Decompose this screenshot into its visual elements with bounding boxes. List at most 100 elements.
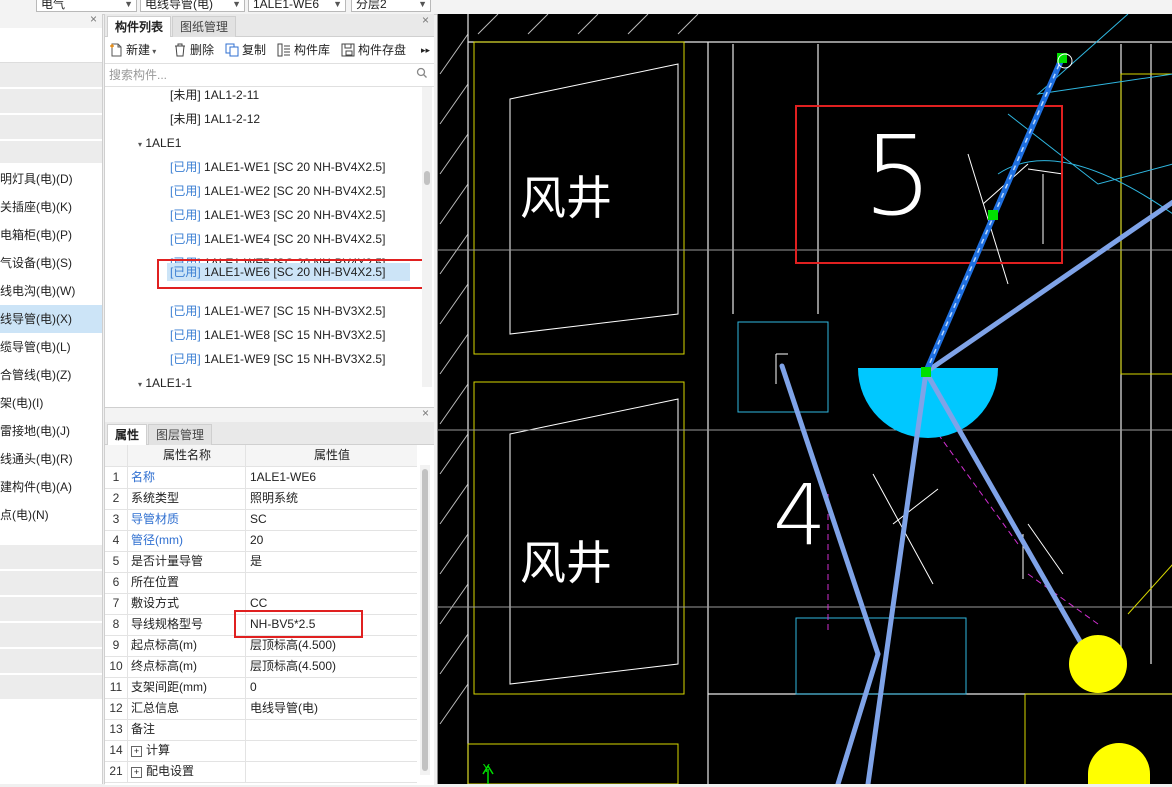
property-value[interactable]: 层顶标高(4.500) [245,635,420,656]
property-scrollbar[interactable] [420,465,430,775]
tree-item[interactable]: [已用] 1ALE1-WE1 [SC 20 NH-BV4X2.5] [170,155,385,179]
nav-item-building-component[interactable]: 建构件(电)(A) [0,473,102,501]
nav-item-equipment[interactable]: 气设备(电)(S) [0,249,102,277]
property-scrollbar-thumb[interactable] [422,469,428,771]
nav-item-bridge[interactable]: 架(电)(I) [0,389,102,417]
property-value[interactable]: 0 [245,677,420,698]
new-file-icon [110,43,122,57]
tree-item[interactable]: [已用] 1ALE1-WE9 [SC 15 NH-BV3X2.5] [170,347,385,371]
tree-item[interactable]: [未用] 1AL1-2-12 [170,107,260,131]
tree-item-tag: [已用] [170,304,201,318]
tab-layer-management[interactable]: 图层管理 [148,424,213,445]
profession-select[interactable]: 电气 ▼ [36,0,137,12]
tab-drawing-management[interactable]: 图纸管理 [172,16,237,37]
nav-group[interactable] [0,115,102,141]
drawing-canvas[interactable]: 风井 风井 5 4 Y [437,13,1172,787]
nav-item-cabinet[interactable]: 电箱柜(电)(P) [0,221,102,249]
navigation-search-field[interactable] [0,34,102,63]
expand-icon[interactable]: + [131,746,142,757]
nav-group[interactable] [0,597,102,623]
layer-select[interactable]: 分层2 ▼ [351,0,431,12]
y-axis-label: Y [482,762,490,775]
tree-item-name: 1ALE1-WE4 [SC 20 NH-BV4X2.5] [204,232,386,246]
cad-drawing[interactable]: 风井 风井 5 4 Y [438,13,1172,787]
copy-button[interactable]: 复制 [225,41,266,59]
property-value[interactable] [245,719,420,740]
new-button[interactable]: 新建 ▾ [109,41,156,59]
nav-item-connector[interactable]: 线通头(电)(R) [0,445,102,473]
nav-item-point[interactable]: 点(电)(N) [0,501,102,529]
property-row[interactable]: 12 汇总信息 电线导管(电) [105,698,417,720]
property-row[interactable]: 9 起点标高(m) 层顶标高(4.500) [105,635,417,657]
nav-group[interactable] [0,623,102,649]
device-symbol[interactable] [1069,635,1127,693]
property-value[interactable] [245,572,420,593]
device-symbol[interactable] [1088,743,1150,784]
property-row[interactable]: 1 名称 1ALE1-WE6 [105,467,417,489]
close-icon[interactable]: × [90,14,97,26]
tree-item[interactable]: [已用] 1ALE1-WE8 [SC 15 NH-BV3X2.5] [170,323,385,347]
nav-item-socket[interactable]: 关插座(电)(K) [0,193,102,221]
property-row[interactable]: 10 终点标高(m) 层顶标高(4.500) [105,656,417,678]
nav-item-lighting[interactable]: 明灯具(电)(D) [0,165,102,193]
chevron-down-icon[interactable]: ▾ [138,380,142,387]
tree-item[interactable]: [已用] 1ALE1-WE2 [SC 20 NH-BV4X2.5] [170,179,385,203]
tree-item[interactable]: [未用] 1AL1-2-11 [170,87,259,107]
property-value[interactable]: SC [245,509,420,530]
nav-item-composite-pipe[interactable]: 合管线(电)(Z) [0,361,102,389]
nav-item-cable-conduit[interactable]: 缆导管(电)(L) [0,333,102,361]
column-header-name: 属性名称 [127,445,246,466]
nav-group[interactable] [0,141,102,165]
nav-group[interactable] [0,675,102,701]
nav-item-trench[interactable]: 线电沟(电)(W) [0,277,102,305]
property-value[interactable]: 照明系统 [245,488,420,509]
chevron-down-icon: ▼ [124,0,133,9]
tree-scrollbar[interactable] [422,87,432,387]
close-icon[interactable]: × [422,406,429,420]
close-icon[interactable]: × [422,13,429,27]
nav-group[interactable] [0,649,102,675]
tab-properties[interactable]: 属性 [107,424,148,445]
component-save-button[interactable]: 构件存盘 [341,41,406,59]
property-row[interactable]: 13 备注 [105,719,417,741]
component-search-input[interactable]: 搜索构件... [105,64,434,87]
property-row[interactable]: 4 管径(mm) 20 [105,530,417,552]
property-value[interactable]: 电线导管(电) [245,698,420,719]
property-row[interactable]: 6 所在位置 [105,572,417,594]
tree-item[interactable]: [已用] 1ALE1-WE3 [SC 20 NH-BV4X2.5] [170,203,385,227]
chevron-down-icon[interactable]: ▾ [138,140,142,149]
property-value[interactable]: 20 [245,530,420,551]
property-value[interactable]: 是 [245,551,420,572]
property-row[interactable]: 14 + 计算 [105,740,417,762]
component-select[interactable]: 1ALE1-WE6 ▼ [248,0,346,12]
property-value[interactable]: 层顶标高(4.500) [245,656,420,677]
component-library-button[interactable]: 构件库 [277,41,330,59]
chevron-down-icon: ▼ [232,0,241,9]
tree-group[interactable]: ▾ 1ALE1-1 [138,371,192,387]
tree-item[interactable]: [已用] 1ALE1-WE4 [SC 20 NH-BV4X2.5] [170,227,385,251]
property-row[interactable]: 11 支架间距(mm) 0 [105,677,417,699]
property-row[interactable]: 3 导管材质 SC [105,509,417,531]
property-row[interactable]: 5 是否计量导管 是 [105,551,417,573]
nav-group[interactable] [0,571,102,597]
nav-item-grounding[interactable]: 雷接地(电)(J) [0,417,102,445]
search-icon[interactable] [416,67,428,79]
nav-group[interactable] [0,89,102,115]
expand-icon[interactable]: + [131,767,142,778]
property-row[interactable]: 21 + 配电设置 [105,761,417,783]
tree-group[interactable]: ▾ 1ALE1 [138,131,181,155]
nav-item-wire-conduit[interactable]: 线导管(电)(X) [0,305,102,333]
property-value[interactable]: 1ALE1-WE6 [245,467,420,488]
component-type-select[interactable]: 电线导管(电) ▼ [140,0,245,12]
tree-item-name: 1ALE1-WE1 [SC 20 NH-BV4X2.5] [204,160,386,174]
nav-group[interactable] [0,63,102,89]
conduit-pipes[interactable] [779,199,1172,787]
tab-component-list[interactable]: 构件列表 [107,16,172,37]
row-number: 13 [105,719,128,740]
nav-group[interactable] [0,545,102,571]
tree-scrollbar-thumb[interactable] [424,171,430,185]
more-icon[interactable]: ▸▸ [421,41,430,59]
tree-item[interactable]: [已用] 1ALE1-WE7 [SC 15 NH-BV3X2.5] [170,299,385,323]
property-row[interactable]: 2 系统类型 照明系统 [105,488,417,510]
delete-button[interactable]: 删除 [173,41,214,59]
